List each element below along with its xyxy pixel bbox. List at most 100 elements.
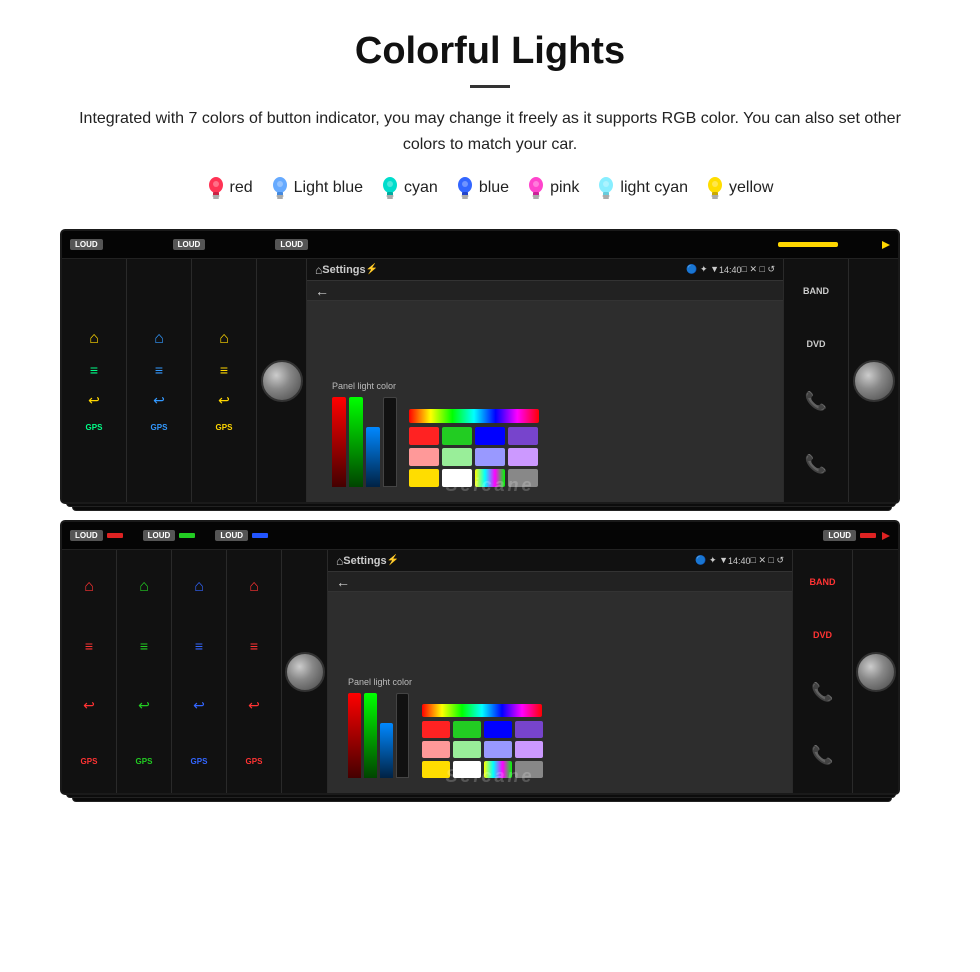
loud-group-1: LOUD [70, 530, 123, 541]
b-status: 🔵 ✦ ▼ [695, 555, 728, 566]
b-hangup-icon: 📞 [811, 745, 833, 766]
loud-group-2: LOUD [143, 530, 196, 541]
color-item-pink: pink [527, 175, 579, 201]
bottom-left-2: ⌂ ≡ ↩ GPS [117, 550, 172, 793]
bulb-icon-red [207, 175, 225, 201]
arrow-b [882, 532, 890, 540]
top-composite: LOUD LOUD LOUD ⌂ ≡ ↩ GPS [60, 229, 920, 504]
palette-area: Panel light color [332, 381, 539, 487]
b-swatches [422, 721, 543, 778]
left-icons-group-3: ⌂ ≡ ↩ GPS [216, 330, 233, 432]
left-icons-group-2: ⌂ ≡ ↩ GPS [151, 330, 168, 432]
b-knob-right [852, 550, 898, 793]
rainbow-strip [409, 409, 539, 423]
loud-b2: LOUD [143, 530, 176, 541]
bottom-left-4: ⌂ ≡ ↩ GPS [227, 550, 282, 793]
color-label-lightcyan: light cyan [620, 179, 688, 197]
menu-icon-2: ≡ [151, 362, 168, 378]
bs-red [422, 721, 450, 738]
back-icon-1: ↩ [86, 392, 103, 409]
menu-icon-1: ≡ [86, 362, 103, 378]
android-home-icon: ⌂ [315, 263, 322, 277]
swatch-green [442, 427, 472, 445]
b-misc: □ ✕ □ ↺ [751, 555, 784, 566]
settings-label: Settings [322, 264, 365, 276]
back-nav-icon[interactable]: ← [315, 283, 329, 299]
panel-light-label: Panel light color [332, 381, 397, 391]
bs-gray [515, 761, 543, 778]
swatch-white [442, 469, 472, 487]
b-knob-right-dial [856, 652, 896, 692]
palette-right [409, 409, 539, 487]
b-bar-red [348, 693, 361, 778]
b-rainbow [422, 704, 542, 717]
b-home-3: ⌂ [194, 578, 204, 596]
b-gps-1: GPS [81, 757, 98, 766]
color-label-red: red [230, 179, 253, 197]
hangup-icon: 📞 [805, 454, 827, 475]
b-back-1: ↩ [83, 697, 95, 714]
right-panel: BAND DVD 📞 📞 [783, 259, 848, 502]
home-icon-1: ⌂ [86, 330, 103, 348]
bar-green [349, 397, 363, 487]
blue-ind-3 [252, 533, 268, 538]
b-main-screen: ⌂ Settings ⚡ 🔵 ✦ ▼ 14:40 □ ✕ □ ↺ ← [328, 550, 792, 793]
color-item-blue: blue [456, 175, 509, 201]
bottom-left-3: ⌂ ≡ ↩ GPS [172, 550, 227, 793]
b-palette-left: Panel light color [348, 677, 412, 778]
b-knob-left-dial [285, 652, 325, 692]
bs-green [453, 721, 481, 738]
color-label-yellow: yellow [729, 179, 773, 197]
bs-white [453, 761, 481, 778]
b-palette-area: Panel light color [348, 677, 543, 778]
bs-lightblue [484, 741, 512, 758]
bs-purple [515, 721, 543, 738]
b-back-nav: ← [328, 572, 792, 592]
bs-multi [484, 761, 512, 778]
knob-right [853, 360, 895, 402]
unit-body: ⌂ ≡ ↩ GPS ⌂ ≡ ↩ GPS [62, 259, 898, 502]
b-menu-3: ≡ [195, 638, 203, 654]
b-bar-dark [396, 693, 409, 778]
bulb-icon-pink [527, 175, 545, 201]
bottom-left-1: ⌂ ≡ ↩ GPS [62, 550, 117, 793]
top-main-unit: LOUD LOUD LOUD ⌂ ≡ ↩ GPS [60, 229, 900, 504]
bs-lavender [515, 741, 543, 758]
bulb-icon-blue [456, 175, 474, 201]
band-label: BAND [803, 286, 829, 296]
description-text: Integrated with 7 colors of button indic… [60, 106, 920, 157]
left-icons-group: ⌂ ≡ ↩ GPS [86, 330, 103, 432]
bulb-icon-cyan [381, 175, 399, 201]
bulb-icon-lightcyan [597, 175, 615, 201]
home-icon-3: ⌂ [216, 330, 233, 348]
status-icons: 🔵 ✦ ▼ [686, 264, 719, 275]
b-gps-4: GPS [246, 757, 263, 766]
bottom-top-strip: LOUD LOUD LOUD LOUD [62, 522, 898, 550]
color-label-cyan: cyan [404, 179, 438, 197]
knob-area-left [257, 259, 307, 502]
back-icon-2: ↩ [151, 392, 168, 409]
color-label-pink: pink [550, 179, 579, 197]
left-nav-panel-2: ⌂ ≡ ↩ GPS [127, 259, 192, 502]
bar-red [332, 397, 346, 487]
main-screen-area: ⌂ Settings ⚡ 🔵 ✦ ▼ 14:40 □ ✕ □ ↺ ← [307, 259, 783, 502]
b-charging: ⚡ [387, 555, 399, 566]
screen-content: Panel light color [307, 301, 783, 502]
loud-b3: LOUD [215, 530, 248, 541]
red-ind-4 [860, 533, 876, 538]
b-knob-left [282, 550, 328, 793]
b-screen-content: Panel light color [328, 592, 792, 793]
bs-yellow [422, 761, 450, 778]
loud-b1: LOUD [70, 530, 103, 541]
color-bars [332, 397, 397, 487]
b-back-icon[interactable]: ← [336, 574, 350, 590]
green-ind-2 [179, 533, 195, 538]
b-bar-green [364, 693, 377, 778]
color-label-lightblue: Light blue [294, 179, 363, 197]
loud-badge-2: LOUD [173, 239, 206, 250]
bar-dark [383, 397, 397, 487]
loud-b4: LOUD [823, 530, 856, 541]
swatch-red [409, 427, 439, 445]
swatch-lavender [508, 448, 538, 466]
b-band: BAND [810, 577, 836, 587]
